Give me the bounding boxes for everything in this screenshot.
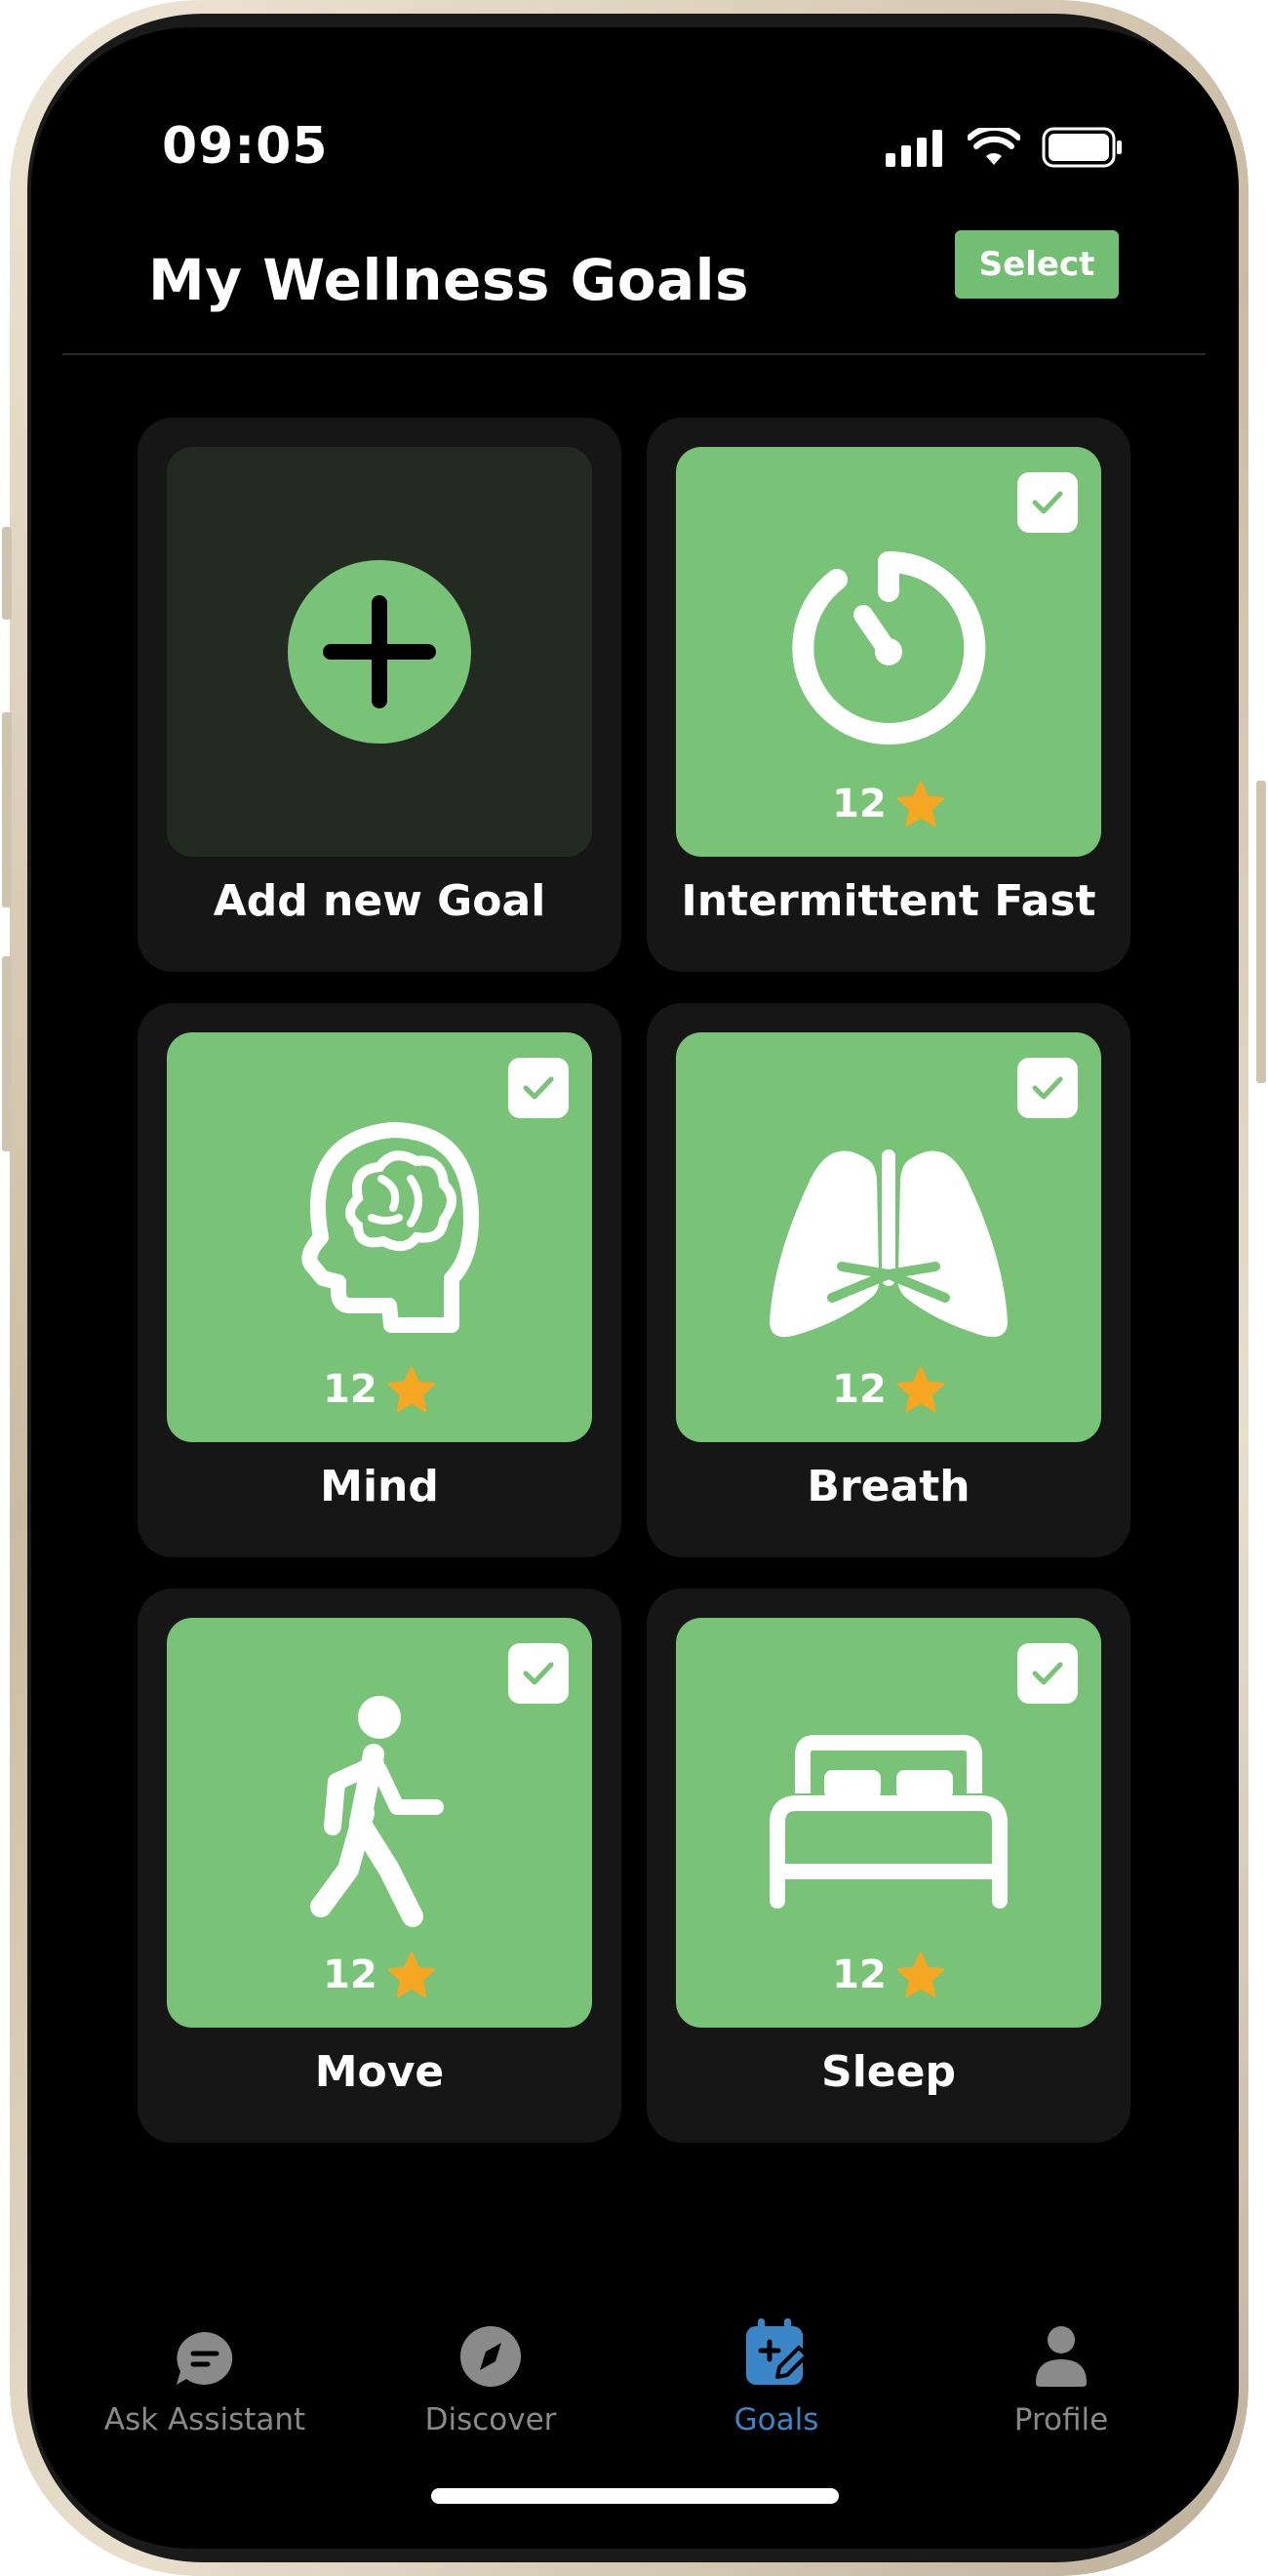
goal-tile[interactable]: 12	[676, 1618, 1101, 2028]
check-icon	[523, 1076, 554, 1100]
goal-checkbox[interactable]	[1017, 1058, 1078, 1118]
rating-count: 12	[832, 1367, 887, 1412]
goal-tile[interactable]: 12	[676, 447, 1101, 857]
rating-count: 12	[832, 1952, 887, 1997]
star-icon	[896, 781, 944, 826]
home-indicator[interactable]	[431, 2488, 839, 2504]
goal-label: Intermittent Fast	[681, 876, 1096, 926]
add-goal-tile[interactable]	[167, 447, 592, 857]
compass-icon	[460, 2326, 521, 2387]
rating-count: 12	[323, 1367, 377, 1412]
tab-label: Profile	[1013, 2402, 1109, 2437]
tab-discover[interactable]: Discover	[374, 2311, 608, 2437]
goal-card-sleep[interactable]: 12 Sleep	[647, 1589, 1130, 2143]
goal-rating: 12	[167, 1952, 592, 1998]
star-icon	[896, 1366, 944, 1412]
plus-icon	[288, 560, 471, 744]
goal-tile[interactable]: 12	[676, 1032, 1101, 1442]
goal-label: Sleep	[821, 2047, 956, 2097]
tab-label: Discover	[424, 2402, 557, 2437]
tab-profile[interactable]: Profile	[944, 2311, 1178, 2437]
goal-checkbox[interactable]	[508, 1058, 569, 1118]
goal-label: Move	[314, 2047, 445, 2097]
tab-ask-assistant[interactable]: Ask Assistant	[88, 2311, 322, 2437]
wifi-icon	[968, 128, 1020, 165]
tab-label: Ask Assistant	[103, 2402, 306, 2437]
status-icons	[886, 123, 1124, 172]
tab-label: Goals	[733, 2402, 819, 2437]
chat-bubble-icon	[177, 2332, 233, 2385]
volume-up-button	[2, 712, 12, 907]
battery-icon	[1042, 127, 1122, 168]
status-time: 09:05	[162, 117, 329, 176]
rating-count: 12	[832, 782, 887, 826]
check-icon	[1032, 1076, 1063, 1100]
header-divider	[62, 353, 1206, 355]
goal-rating: 12	[676, 781, 1101, 827]
goal-rating: 12	[676, 1366, 1101, 1413]
calendar-edit-icon	[746, 2318, 809, 2385]
goal-label: Mind	[320, 1462, 439, 1511]
goal-label: Add new Goal	[213, 876, 546, 926]
page-title: My Wellness Goals	[148, 247, 750, 313]
goal-card-intermittent-fast[interactable]: 12 Intermittent Fast	[647, 418, 1130, 972]
goal-tile[interactable]: 12	[167, 1618, 592, 2028]
goal-checkbox[interactable]	[1017, 1643, 1078, 1704]
tab-goals[interactable]: Goals	[659, 2311, 893, 2437]
cellular-signal-icon	[886, 130, 942, 167]
volume-down-button	[2, 956, 12, 1151]
goal-rating: 12	[676, 1952, 1101, 1998]
goal-checkbox[interactable]	[508, 1643, 569, 1704]
check-icon	[1032, 1662, 1063, 1685]
check-icon	[1032, 491, 1063, 514]
goal-card-breath[interactable]: 12 Breath	[647, 1003, 1130, 1557]
star-icon	[387, 1366, 435, 1412]
check-icon	[523, 1662, 554, 1685]
goal-card-move[interactable]: 12 Move	[138, 1589, 621, 2143]
app-screen: 09:05 My Wellness Goals Select Add new G…	[31, 27, 1239, 2549]
rating-count: 12	[323, 1952, 377, 1997]
goal-rating: 12	[167, 1366, 592, 1413]
goal-card-mind[interactable]: 12 Mind	[138, 1003, 621, 1557]
star-icon	[896, 1952, 944, 1997]
select-button[interactable]: Select	[955, 230, 1119, 299]
power-button	[1256, 781, 1266, 1083]
goal-tile[interactable]: 12	[167, 1032, 592, 1442]
goal-label: Breath	[807, 1462, 971, 1511]
person-icon	[1036, 2326, 1087, 2387]
star-icon	[387, 1952, 435, 1997]
side-button	[2, 527, 12, 620]
goal-checkbox[interactable]	[1017, 472, 1078, 533]
add-goal-card[interactable]: Add new Goal	[138, 418, 621, 972]
